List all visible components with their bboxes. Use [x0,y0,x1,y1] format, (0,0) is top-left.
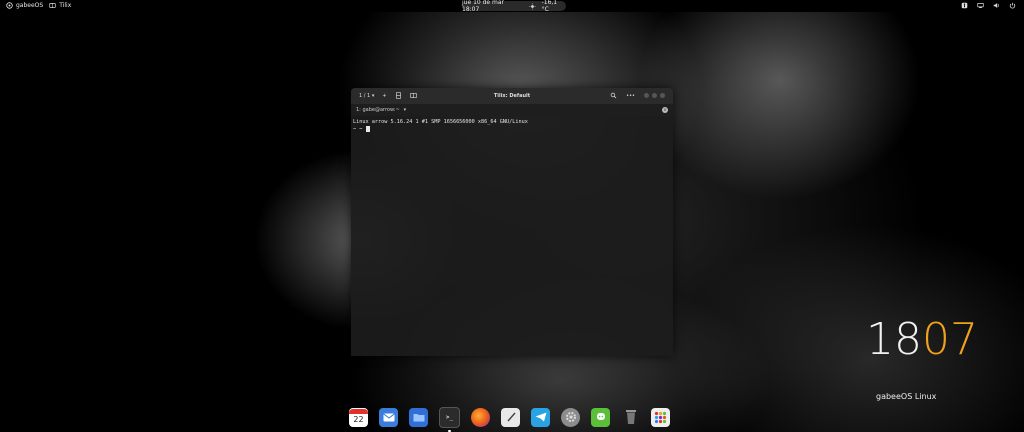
close-terminal-icon[interactable]: × [662,107,668,113]
chat-bubble-icon [596,413,605,420]
clock-minutes: 07 [922,314,978,365]
paper-plane-icon [535,412,546,422]
app-grid-button[interactable] [651,407,670,427]
top-bar-left: gabeeOS Tilix [6,2,71,9]
window-header-bar[interactable]: 1 / 1 ▾ + Tilix: Default ••• [351,88,673,104]
accessibility-icon[interactable] [961,2,968,9]
close-button[interactable] [660,93,665,98]
gear-icon [565,412,576,422]
terminal-prompt-icon: >_ [445,413,454,421]
clock-hours: 18 [866,314,922,365]
terminal-tab-bar: 1: gabe@arrow:~ ▾ × [351,104,673,116]
gabeeos-logo-icon [6,2,13,9]
system-tray[interactable] [961,2,1016,9]
window-buttons [644,93,665,98]
telegram-app[interactable] [531,407,550,427]
app-menu-button[interactable]: Tilix [49,2,71,9]
text-editor-app[interactable] [501,407,520,427]
weather-icon [529,2,536,10]
distro-name: gabeeOS [16,2,44,9]
firefox-app[interactable] [471,407,490,427]
trash-app[interactable] [621,408,640,427]
running-indicator [448,429,451,432]
terminal-line: Linux arrow 5.16.24 1 #1 SMP 1656656000 … [353,119,528,125]
weather-temp: -16,1 °C [541,0,558,13]
desktop-clock: 1807 [866,318,978,362]
text-cursor [365,126,370,132]
clock-button[interactable]: jue 10 de mar 18:07 -16,1 °C [462,0,566,13]
tab-title: 1: gabe@arrow:~ [356,107,400,113]
terminal-tab[interactable]: 1: gabe@arrow:~ ▾ [356,107,406,113]
settings-app[interactable] [561,407,580,427]
date-time: jue 10 de mar 18:07 [462,0,505,13]
chevron-down-icon: ▾ [403,107,407,113]
search-icon[interactable] [610,92,617,99]
calendar-day: 22 [353,414,364,424]
distro-label: gabeeOS Linux [876,392,937,401]
terminal-app[interactable]: >_ [439,406,460,432]
network-icon[interactable] [977,2,984,9]
maximize-button[interactable] [652,93,657,98]
app-grid-icon [654,411,667,423]
app-name: Tilix [59,2,72,9]
top-bar: gabeeOS Tilix jue 10 de mar 18:07 -16,1 … [0,0,1024,13]
prompt: ~ ~ [353,126,363,133]
activities-button[interactable]: gabeeOS [6,2,43,9]
menu-dots-icon[interactable]: ••• [626,93,635,99]
prompt-line: ~ ~ [353,126,671,134]
mail-app[interactable] [379,407,398,427]
tilix-app-icon [49,3,56,8]
tilix-window[interactable]: 1 / 1 ▾ + Tilix: Default ••• 1: gabe@arr… [351,88,673,356]
mail-icon [382,412,395,421]
files-app[interactable] [409,407,428,427]
power-icon[interactable] [1009,2,1016,9]
gajim-app[interactable] [591,407,610,427]
dock: 22 >_ [345,404,683,432]
pencil-icon [506,412,516,422]
minimize-button[interactable] [644,93,649,98]
trash-icon [625,410,636,424]
volume-icon[interactable] [993,2,1000,9]
calendar-app[interactable]: 22 [349,407,368,427]
header-right-controls: ••• [610,92,665,99]
terminal-output[interactable]: Linux arrow 5.16.24 1 #1 SMP 1656656000 … [351,116,673,137]
folder-icon [413,414,424,422]
